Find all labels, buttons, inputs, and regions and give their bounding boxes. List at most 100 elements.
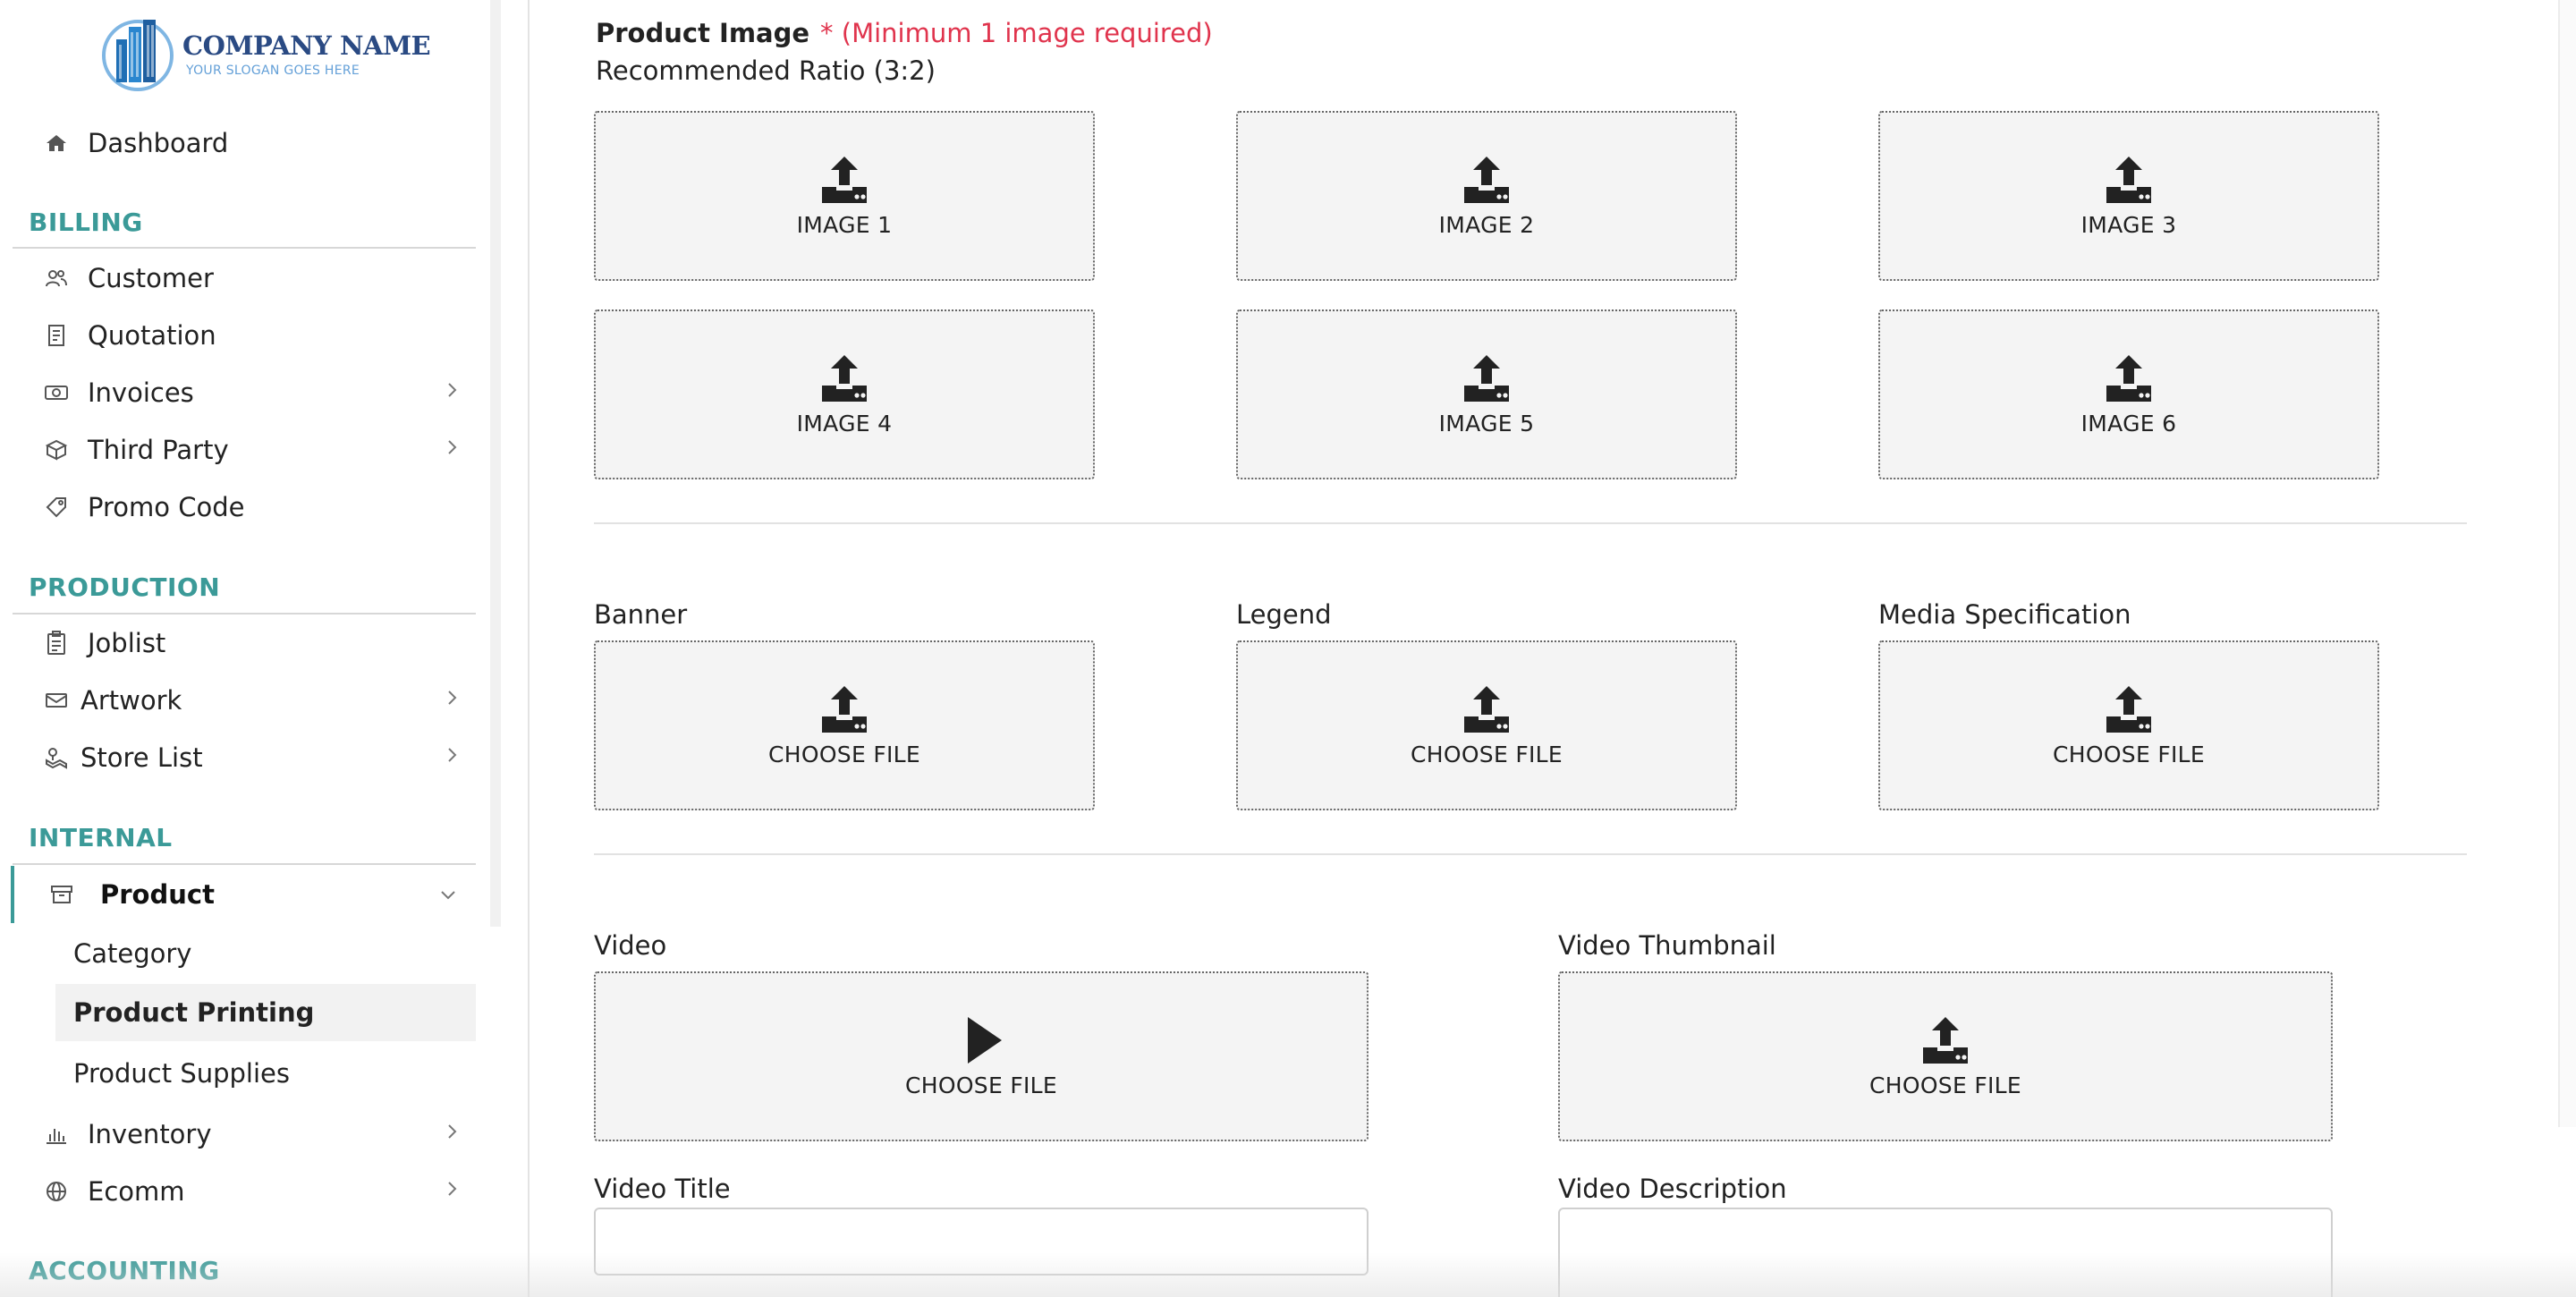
sidebar-item-label: Joblist: [88, 628, 166, 658]
choose-file-label: CHOOSE FILE: [2053, 741, 2205, 767]
tag-icon: [43, 494, 70, 521]
sidebar-item-store-list[interactable]: Store List: [13, 733, 476, 783]
upload-label: IMAGE 3: [2080, 211, 2177, 238]
sidebar-item-dashboard[interactable]: Dashboard: [13, 118, 476, 168]
video-upload[interactable]: CHOOSE FILE: [594, 971, 1368, 1141]
page-scrollbar[interactable]: [2558, 0, 2576, 1127]
video-title-input[interactable]: [594, 1208, 1368, 1276]
box-icon: [43, 437, 70, 463]
upload-label: IMAGE 6: [2080, 410, 2177, 437]
sidebar-item-customer[interactable]: Customer: [13, 253, 476, 303]
upload-icon: [818, 155, 870, 205]
upload-icon: [2103, 155, 2155, 205]
upload-icon: [2103, 353, 2155, 403]
sidebar-item-label: Store List: [80, 742, 203, 773]
upload-icon: [2103, 684, 2155, 734]
upload-icon: [1461, 353, 1513, 403]
video-title-label: Video Title: [594, 1174, 731, 1204]
upload-label: IMAGE 2: [1438, 211, 1535, 238]
sidebar-item-third-party[interactable]: Third Party: [13, 425, 476, 475]
sidebar-subitem-category[interactable]: Category: [55, 925, 476, 982]
sidebar-item-ecomm[interactable]: Ecomm: [13, 1166, 476, 1216]
video-label: Video: [594, 930, 667, 961]
product-image-heading: Product Image * (Minimum 1 image required…: [596, 18, 1213, 48]
video-description-textarea[interactable]: [1558, 1208, 2333, 1297]
sidebar-item-label: Quotation: [88, 320, 216, 351]
choose-file-label: CHOOSE FILE: [1411, 741, 1563, 767]
upload-icon: [818, 353, 870, 403]
company-name: COMPANY NAME: [182, 30, 431, 61]
chevron-right-icon: [448, 1124, 457, 1139]
sidebar-item-invoices[interactable]: Invoices: [13, 368, 476, 418]
sidebar-item-label: Invoices: [88, 377, 194, 408]
image-upload-4[interactable]: IMAGE 4: [594, 309, 1095, 479]
sidebar-item-label: Inventory: [88, 1119, 212, 1149]
sidebar-scrollbar[interactable]: [490, 0, 501, 927]
upload-icon: [1461, 684, 1513, 734]
sidebar-item-label: Product: [100, 879, 215, 910]
chevron-right-icon: [448, 383, 457, 397]
building-logo-icon: [102, 20, 174, 91]
image-upload-2[interactable]: IMAGE 2: [1236, 111, 1737, 281]
choose-file-label: CHOOSE FILE: [905, 1072, 1057, 1098]
sidebar-item-promo-code[interactable]: Promo Code: [13, 482, 476, 532]
required-note: * (Minimum 1 image required): [820, 18, 1213, 48]
video-thumbnail-upload[interactable]: CHOOSE FILE: [1558, 971, 2333, 1141]
chevron-right-icon: [448, 1182, 457, 1196]
section-divider: [594, 853, 2467, 855]
company-logo[interactable]: COMPANY NAME YOUR SLOGAN GOES HERE: [100, 13, 431, 95]
image-upload-6[interactable]: IMAGE 6: [1878, 309, 2379, 479]
money-icon: [43, 379, 70, 406]
envelope-icon: [43, 687, 70, 714]
banner-upload[interactable]: CHOOSE FILE: [594, 640, 1095, 810]
upload-icon: [818, 684, 870, 734]
media-spec-upload[interactable]: CHOOSE FILE: [1878, 640, 2379, 810]
section-divider: [594, 522, 2467, 524]
video-description-label: Video Description: [1558, 1174, 1787, 1204]
section-heading-production: PRODUCTION: [29, 572, 221, 602]
sidebar-item-inventory[interactable]: Inventory: [13, 1109, 476, 1159]
sidebar-item-label: Promo Code: [88, 492, 245, 522]
home-icon: [43, 130, 70, 157]
users-icon: [43, 265, 70, 292]
image-upload-1[interactable]: IMAGE 1: [594, 111, 1095, 281]
sidebar-item-quotation[interactable]: Quotation: [13, 310, 476, 360]
play-icon: [968, 1016, 1002, 1064]
chevron-down-icon: [441, 891, 455, 900]
sidebar-item-label: Artwork: [80, 685, 182, 716]
choose-file-label: CHOOSE FILE: [768, 741, 920, 767]
sidebar-subitem-product-supplies[interactable]: Product Supplies: [55, 1045, 476, 1102]
sidebar-item-label: Product Supplies: [73, 1058, 290, 1089]
chevron-right-icon: [448, 440, 457, 454]
sidebar-item-label: Customer: [88, 263, 214, 293]
sidebar-item-label: Ecomm: [88, 1176, 185, 1207]
sidebar-subitem-product-printing[interactable]: Product Printing: [55, 984, 476, 1041]
upload-label: IMAGE 4: [796, 410, 893, 437]
video-thumbnail-label: Video Thumbnail: [1558, 930, 1776, 961]
sidebar-item-joblist[interactable]: Joblist: [13, 618, 476, 668]
banner-label: Banner: [594, 599, 688, 630]
section-heading-accounting: ACCOUNTING: [29, 1256, 220, 1285]
section-heading-billing: BILLING: [29, 208, 143, 237]
globe-icon: [43, 1178, 70, 1205]
choose-file-label: CHOOSE FILE: [1869, 1072, 2021, 1098]
sidebar: COMPANY NAME YOUR SLOGAN GOES HERE Dashb…: [0, 0, 530, 1297]
upload-label: IMAGE 1: [796, 211, 893, 238]
sidebar-item-product[interactable]: Product: [11, 866, 476, 923]
legend-label: Legend: [1236, 599, 1332, 630]
chevron-right-icon: [448, 691, 457, 705]
image-upload-5[interactable]: IMAGE 5: [1236, 309, 1737, 479]
map-icon: [43, 744, 70, 771]
upload-icon: [1461, 155, 1513, 205]
ratio-note: Recommended Ratio (3:2): [596, 55, 936, 86]
section-heading-internal: INTERNAL: [29, 823, 173, 852]
image-upload-3[interactable]: IMAGE 3: [1878, 111, 2379, 281]
bar-chart-icon: [43, 1121, 70, 1148]
legend-upload[interactable]: CHOOSE FILE: [1236, 640, 1737, 810]
receipt-icon: [43, 322, 70, 349]
upload-label: IMAGE 5: [1438, 410, 1535, 437]
clipboard-icon: [43, 630, 70, 657]
sidebar-item-artwork[interactable]: Artwork: [13, 675, 476, 725]
sidebar-item-label: Dashboard: [88, 128, 229, 158]
section-divider: [13, 247, 476, 249]
